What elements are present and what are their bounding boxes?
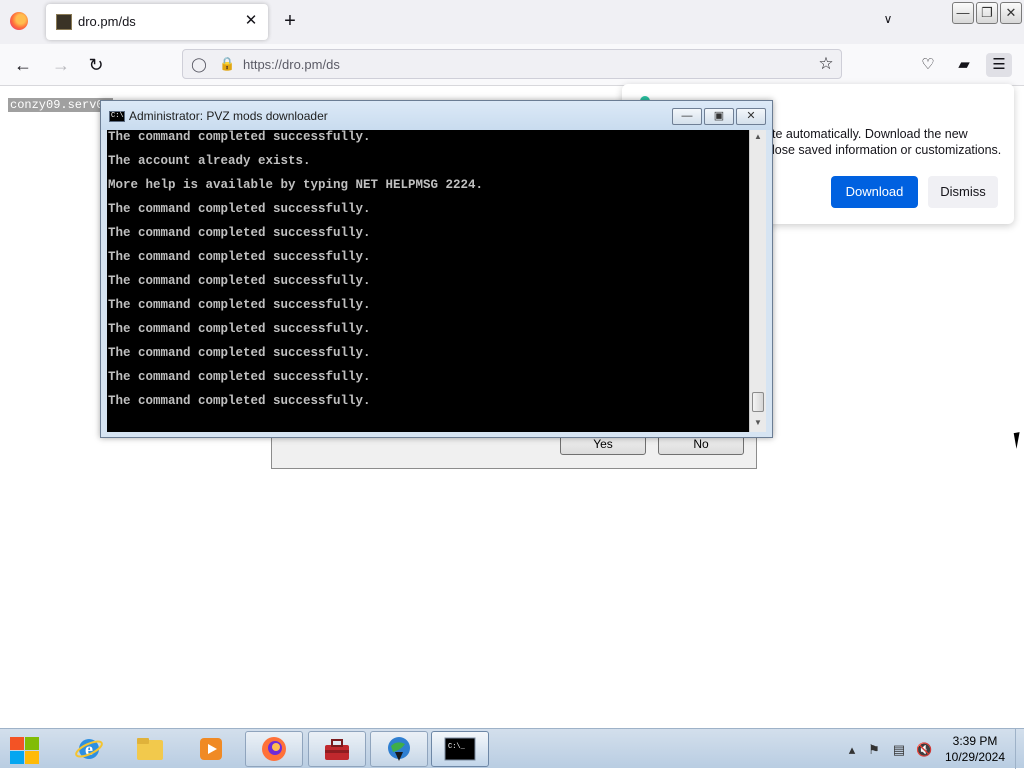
restore-button[interactable]: ❐ <box>976 2 998 24</box>
taskbar-media-player[interactable] <box>182 731 240 767</box>
minimize-button[interactable]: — <box>952 2 974 24</box>
scroll-up-arrow-icon[interactable]: ▲ <box>750 130 766 144</box>
console-line: The command completed successfully. <box>108 394 371 408</box>
network-icon[interactable]: ▤ <box>891 742 907 758</box>
media-player-icon <box>200 738 222 760</box>
folder-icon <box>137 738 163 760</box>
hamburger-menu-icon[interactable]: ☰ <box>986 53 1012 77</box>
console-line: The command completed successfully. <box>108 274 371 288</box>
console-minimize-button[interactable]: — <box>672 108 702 125</box>
console-window[interactable]: C:\ Administrator: PVZ mods downloader —… <box>100 100 773 438</box>
toolbox-icon <box>325 739 349 760</box>
firefox-logo-icon[interactable] <box>10 12 28 30</box>
console-title: Administrator: PVZ mods downloader <box>129 109 328 123</box>
taskbar-internet-explorer[interactable]: e <box>60 731 118 767</box>
console-line: The command completed successfully. <box>108 298 371 312</box>
tracking-protection-shield-icon[interactable]: ◯ <box>191 56 207 72</box>
console-output[interactable]: The command completed successfully. The … <box>107 130 749 432</box>
taskbar-toolbox[interactable] <box>308 731 366 767</box>
console-maximize-button[interactable]: ▣ <box>704 108 734 125</box>
page-host-text: conzy09.serv00 <box>8 98 113 112</box>
console-line: The command completed successfully. <box>108 130 371 144</box>
console-close-button[interactable]: ✕ <box>736 108 766 125</box>
windows-logo-part <box>25 751 39 764</box>
update-message-line-1: te automatically. Download the new <box>772 127 968 141</box>
console-line: The command completed successfully. <box>108 322 371 336</box>
svg-text:C:\_: C:\_ <box>448 743 466 751</box>
back-arrow-icon[interactable]: ← <box>10 53 36 77</box>
taskbar: e C:\_ ▴ ⚑ ▤ 🔇 3:39 PM 10/29/2024 <box>0 728 1024 769</box>
mouse-cursor-icon <box>1013 431 1024 449</box>
dismiss-button[interactable]: Dismiss <box>928 176 998 208</box>
firefox-icon <box>262 737 286 761</box>
taskbar-internet-download-manager[interactable] <box>370 731 428 767</box>
show-hidden-icons-chevron-icon[interactable]: ▴ <box>844 742 860 758</box>
download-manager-globe-icon <box>388 737 410 761</box>
new-tab-button[interactable]: + <box>278 10 302 34</box>
windows-logo-part <box>10 751 24 764</box>
console-line: The account already exists. <box>108 154 311 168</box>
site-favicon-icon <box>56 14 72 30</box>
close-window-button[interactable]: ✕ <box>1000 2 1022 24</box>
window-controls: — ❐ ✕ <box>952 2 1022 24</box>
lock-icon[interactable]: 🔒 <box>219 56 235 72</box>
start-button[interactable] <box>8 735 40 765</box>
tab-dro-pm[interactable]: dro.pm/ds ✕ <box>46 4 268 40</box>
clock-date: 10/29/2024 <box>944 750 1006 764</box>
volume-muted-icon[interactable]: 🔇 <box>916 742 932 758</box>
list-all-tabs-icon[interactable]: ∨ <box>878 12 898 32</box>
console-line: The command completed successfully. <box>108 226 371 240</box>
browser-tabstrip: dro.pm/ds ✕ + ∨ — ❐ ✕ <box>0 0 1024 44</box>
forward-arrow-icon[interactable]: → <box>48 53 74 77</box>
action-center-flag-icon[interactable]: ⚑ <box>866 742 882 758</box>
extensions-puzzle-icon[interactable]: ▰ <box>951 53 977 77</box>
url-text[interactable]: https://dro.pm/ds <box>243 57 340 72</box>
bookmark-star-icon[interactable]: ☆ <box>817 55 835 73</box>
cmd-icon: C:\ <box>109 111 125 122</box>
console-titlebar[interactable]: C:\ Administrator: PVZ mods downloader —… <box>101 101 772 130</box>
windows-logo-icon <box>10 737 24 750</box>
reload-icon[interactable]: ↻ <box>83 53 109 77</box>
console-line: The command completed successfully. <box>108 250 371 264</box>
update-message: te automatically. Download the new lose … <box>772 126 1008 158</box>
command-prompt-icon: C:\_ <box>444 737 476 761</box>
clock-time: 3:39 PM <box>952 734 998 748</box>
show-desktop-button[interactable] <box>1015 729 1024 769</box>
taskbar-firefox[interactable] <box>245 731 303 767</box>
taskbar-command-prompt[interactable]: C:\_ <box>431 731 489 767</box>
pocket-icon[interactable]: ♡ <box>915 53 941 77</box>
tab-close-icon[interactable]: ✕ <box>242 12 260 30</box>
scroll-down-arrow-icon[interactable]: ▼ <box>750 416 766 430</box>
console-scrollbar[interactable]: ▲ ▼ <box>749 130 766 432</box>
taskbar-file-explorer[interactable] <box>121 731 179 767</box>
system-clock[interactable]: 3:39 PM 10/29/2024 <box>944 733 1006 765</box>
console-line: The command completed successfully. <box>108 370 371 384</box>
update-message-line-2: lose saved information or customizations… <box>772 143 1002 157</box>
tab-title: dro.pm/ds <box>78 14 136 29</box>
download-button[interactable]: Download <box>831 176 918 208</box>
console-line: The command completed successfully. <box>108 346 371 360</box>
internet-explorer-icon: e <box>75 739 103 759</box>
navigation-toolbar: ← → ↻ ◯ 🔒 https://dro.pm/ds ☆ ♡ ▰ ☰ <box>0 44 1024 86</box>
address-bar[interactable]: ◯ 🔒 https://dro.pm/ds ☆ <box>182 49 842 79</box>
scroll-thumb[interactable] <box>752 392 764 412</box>
console-line: More help is available by typing NET HEL… <box>108 178 484 192</box>
windows-logo-part <box>25 737 39 750</box>
console-line: The command completed successfully. <box>108 202 371 216</box>
